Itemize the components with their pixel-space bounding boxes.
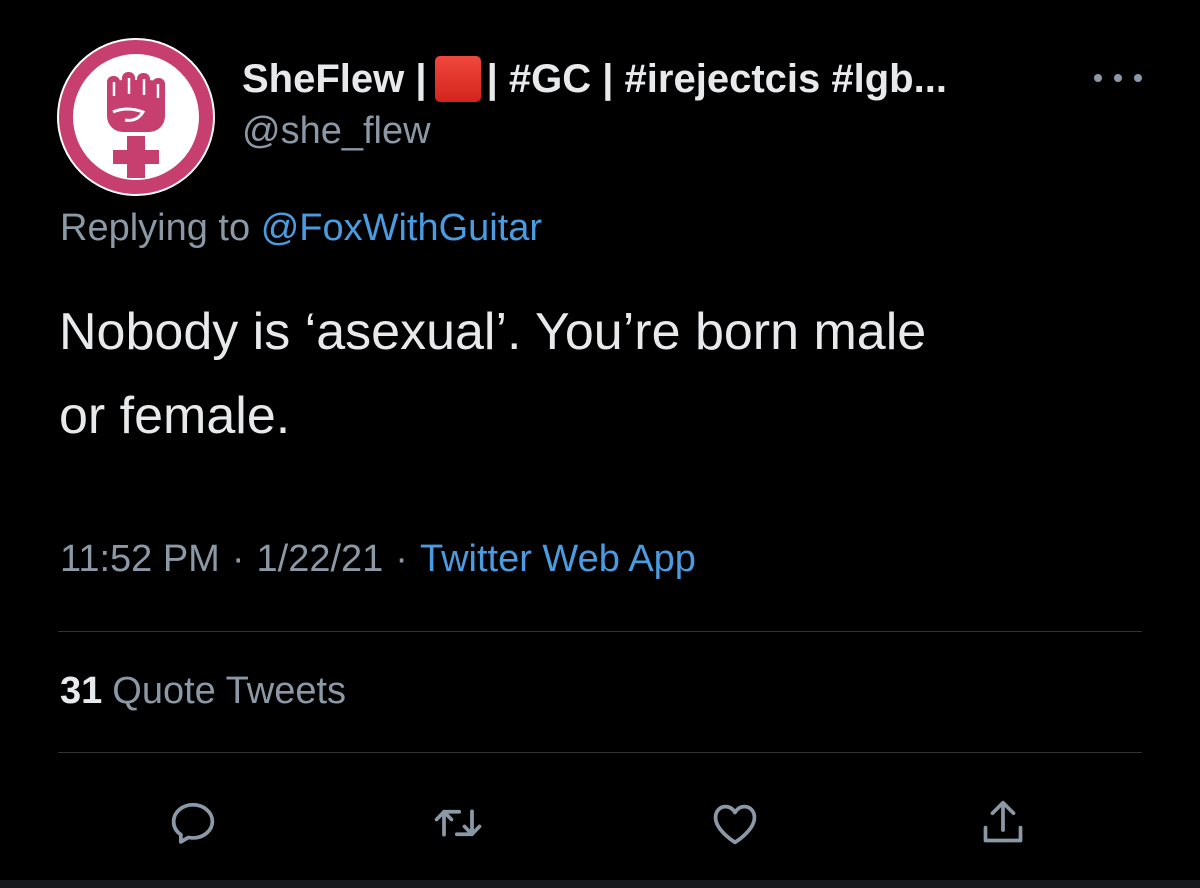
- tweet-date[interactable]: 1/22/21: [257, 538, 384, 580]
- bottom-edge: [0, 880, 1200, 888]
- divider: [58, 631, 1142, 632]
- display-name[interactable]: SheFlew | | #GC | #irejectcis #lgb...: [242, 52, 947, 106]
- quote-tweets-count: 31: [60, 670, 103, 712]
- more-dot: [1094, 74, 1102, 82]
- more-dot: [1134, 74, 1142, 82]
- reply-mention-link[interactable]: @FoxWithGuitar: [261, 207, 542, 249]
- tweet-text-line: or female.: [59, 387, 291, 445]
- reply-icon: [171, 802, 215, 844]
- share-button[interactable]: [973, 795, 1033, 851]
- tweet-source-link[interactable]: Twitter Web App: [420, 538, 696, 580]
- raised-fist-icon: [59, 40, 213, 194]
- tweet-text: Nobody is ‘asexual’. You’re born male or…: [59, 290, 1139, 458]
- reply-button[interactable]: [163, 795, 223, 851]
- more-dot: [1114, 74, 1122, 82]
- meta-separator: ·: [395, 538, 408, 580]
- user-handle[interactable]: @she_flew: [242, 110, 431, 153]
- tweet: SheFlew | | #GC | #irejectcis #lgb... @s…: [0, 0, 1200, 888]
- like-button[interactable]: [705, 795, 765, 851]
- more-options-button[interactable]: [1094, 66, 1142, 90]
- quote-tweets-stat[interactable]: 31 Quote Tweets: [60, 670, 346, 713]
- replying-to: Replying to @FoxWithGuitar: [60, 207, 542, 250]
- tweet-time[interactable]: 11:52 PM: [60, 538, 220, 580]
- avatar[interactable]: [57, 38, 215, 196]
- tweet-text-line: Nobody is ‘asexual’. You’re born male: [59, 303, 927, 361]
- display-name-part1: SheFlew |: [242, 56, 427, 101]
- retweet-icon: [434, 809, 482, 837]
- display-name-part2: | #GC | #irejectcis #lgb...: [486, 56, 947, 101]
- replying-to-label: Replying to: [60, 207, 251, 249]
- tweet-metadata: 11:52 PM · 1/22/21 · Twitter Web App: [60, 538, 696, 581]
- meta-separator: ·: [231, 538, 245, 580]
- retweet-button[interactable]: [428, 795, 488, 851]
- red-square-emoji: [434, 56, 481, 102]
- heart-icon: [713, 804, 757, 845]
- quote-tweets-label: Quote Tweets: [112, 670, 347, 712]
- divider: [58, 752, 1142, 753]
- share-icon: [983, 800, 1023, 843]
